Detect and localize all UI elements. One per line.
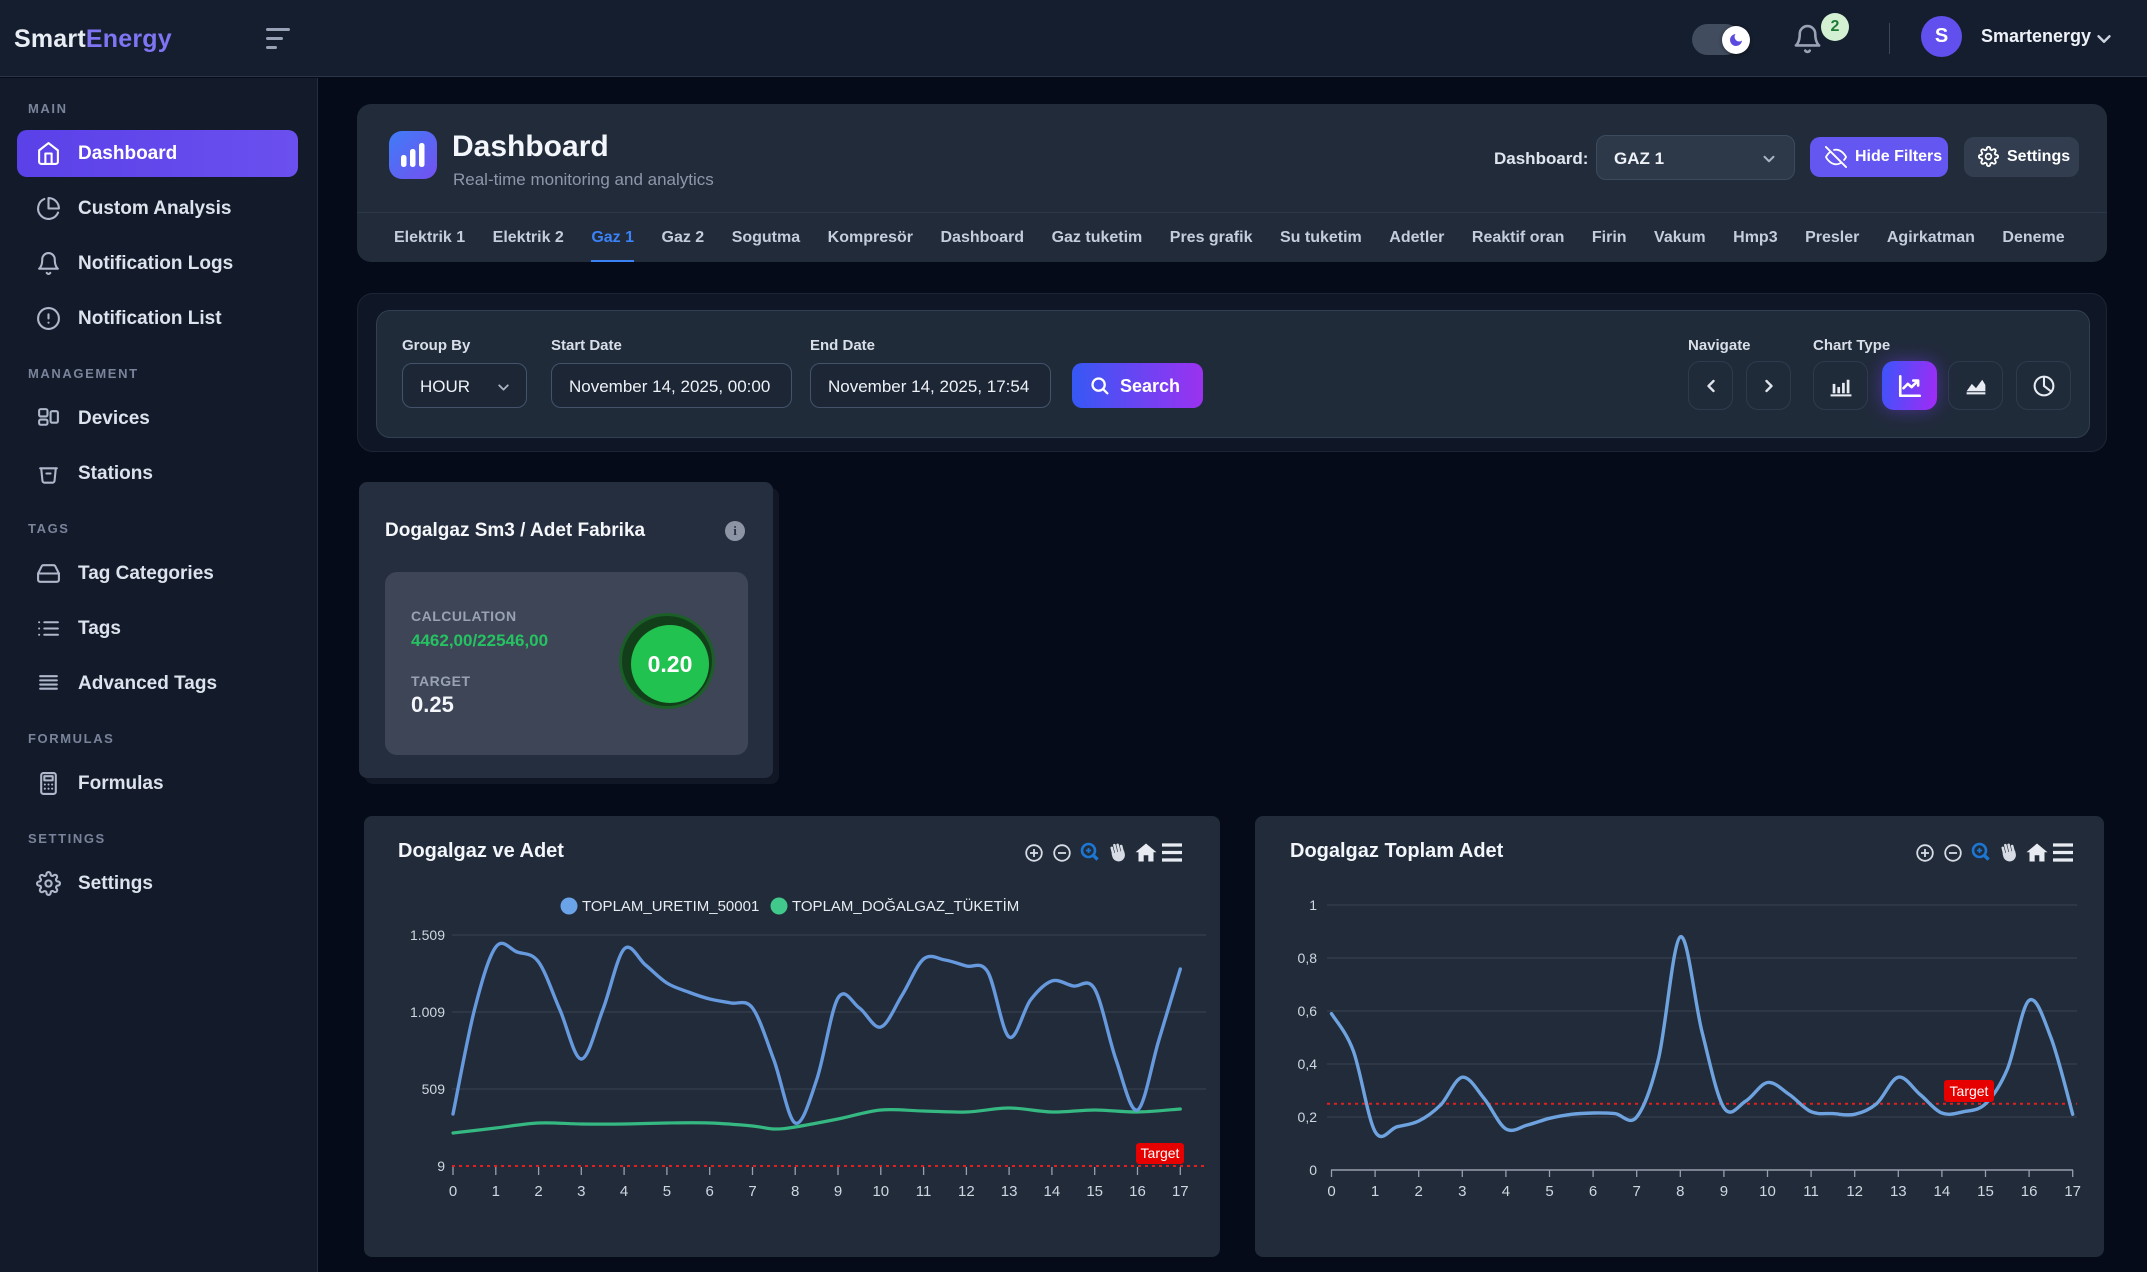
- svg-text:0,8: 0,8: [1298, 950, 1318, 966]
- svg-text:0,6: 0,6: [1298, 1003, 1318, 1019]
- svg-text:9: 9: [834, 1183, 842, 1200]
- svg-text:5: 5: [663, 1183, 671, 1200]
- svg-text:1.509: 1.509: [410, 927, 445, 943]
- svg-text:6: 6: [706, 1183, 714, 1200]
- svg-text:11: 11: [916, 1183, 932, 1200]
- svg-text:TOPLAM_URETIM_50001: TOPLAM_URETIM_50001: [582, 898, 759, 915]
- svg-text:2: 2: [534, 1183, 542, 1200]
- svg-text:0,4: 0,4: [1298, 1056, 1318, 1072]
- svg-text:0: 0: [1327, 1183, 1335, 1200]
- svg-text:6: 6: [1589, 1183, 1597, 1200]
- svg-text:509: 509: [422, 1081, 446, 1097]
- svg-text:17: 17: [1172, 1183, 1189, 1200]
- svg-text:1: 1: [1309, 897, 1317, 913]
- svg-text:TOPLAM_DOĞALGAZ_TÜKETİM: TOPLAM_DOĞALGAZ_TÜKETİM: [792, 897, 1019, 915]
- svg-text:8: 8: [1676, 1183, 1684, 1200]
- svg-text:14: 14: [1044, 1183, 1061, 1200]
- svg-text:Target: Target: [1141, 1145, 1180, 1161]
- svg-text:4: 4: [1502, 1183, 1510, 1200]
- svg-text:11: 11: [1803, 1183, 1819, 1200]
- svg-text:0: 0: [449, 1183, 457, 1200]
- svg-text:0,2: 0,2: [1298, 1109, 1318, 1125]
- svg-text:1: 1: [492, 1183, 500, 1200]
- svg-text:10: 10: [1759, 1183, 1776, 1200]
- svg-text:4: 4: [620, 1183, 628, 1200]
- svg-text:9: 9: [1720, 1183, 1728, 1200]
- svg-text:10: 10: [872, 1183, 889, 1200]
- svg-text:9: 9: [437, 1158, 445, 1174]
- svg-text:7: 7: [1633, 1183, 1641, 1200]
- svg-text:12: 12: [958, 1183, 975, 1200]
- svg-text:0: 0: [1309, 1162, 1317, 1178]
- svg-text:Target: Target: [1950, 1083, 1989, 1099]
- svg-text:8: 8: [791, 1183, 799, 1200]
- svg-text:3: 3: [1458, 1183, 1466, 1200]
- svg-text:7: 7: [748, 1183, 756, 1200]
- svg-text:13: 13: [1890, 1183, 1907, 1200]
- svg-text:13: 13: [1001, 1183, 1018, 1200]
- svg-text:2: 2: [1415, 1183, 1423, 1200]
- svg-text:1.009: 1.009: [410, 1004, 445, 1020]
- svg-text:5: 5: [1545, 1183, 1553, 1200]
- svg-text:16: 16: [1129, 1183, 1146, 1200]
- svg-text:14: 14: [1934, 1183, 1951, 1200]
- svg-text:1: 1: [1371, 1183, 1379, 1200]
- svg-text:3: 3: [577, 1183, 585, 1200]
- svg-text:15: 15: [1977, 1183, 1994, 1200]
- svg-text:12: 12: [1846, 1183, 1863, 1200]
- svg-text:16: 16: [2021, 1183, 2038, 1200]
- svg-text:17: 17: [2064, 1183, 2081, 1200]
- svg-text:15: 15: [1086, 1183, 1103, 1200]
